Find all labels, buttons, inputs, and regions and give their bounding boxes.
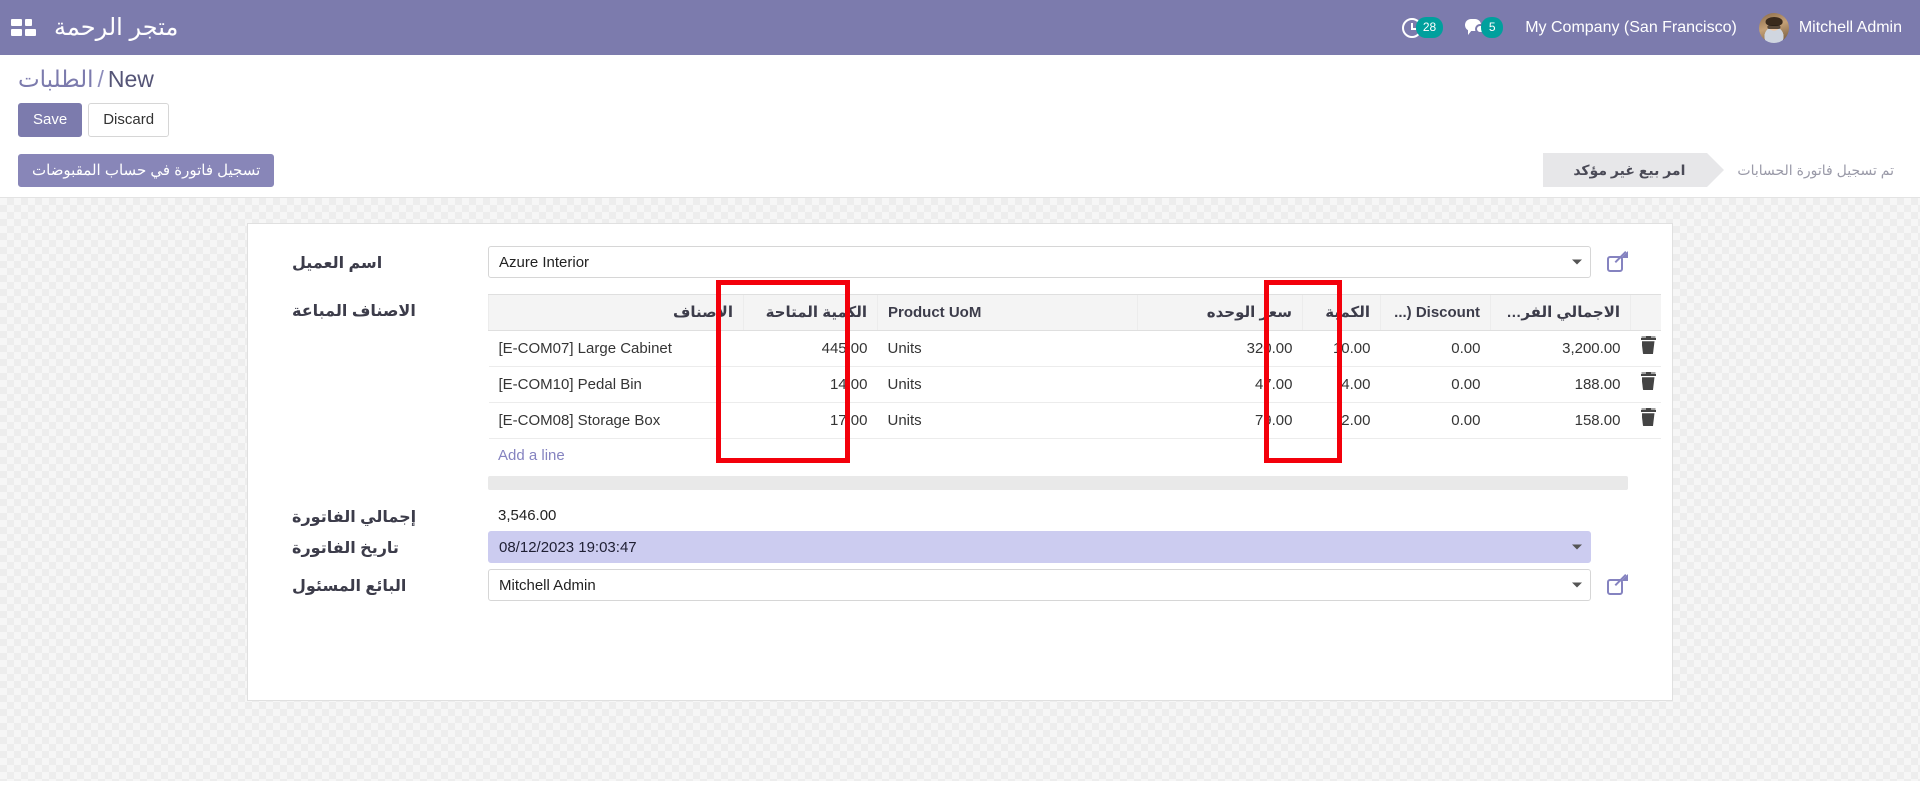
cell-qty-available[interactable]: 445.00 <box>743 330 878 368</box>
invoice-date-input[interactable]: 08/12/2023 19:03:47 <box>488 531 1591 564</box>
customer-internal-link-icon[interactable] <box>1607 251 1628 273</box>
status-stage-unconfirmed[interactable]: امر بيع غير مؤكد <box>1526 153 1725 188</box>
col-header-uom[interactable]: Product UoM <box>877 294 1138 332</box>
col-header-actions <box>1630 294 1661 332</box>
form-sheet: اسم العميل Azure Interior الاصناف المباع… <box>247 223 1673 702</box>
company-switcher[interactable]: My Company (San Francisco) <box>1525 19 1737 37</box>
breadcrumb-current: New <box>107 66 154 92</box>
invoice-total-value: 3,546.00 <box>498 507 557 525</box>
user-menu[interactable]: Mitchell Admin <box>1758 12 1902 43</box>
activities-menu[interactable]: 28 <box>1401 17 1444 38</box>
cell-product[interactable]: [E-COM08] Storage Box <box>488 402 744 440</box>
salesperson-input[interactable]: Mitchell Admin <box>488 569 1591 602</box>
table-header-row: الاصناف الكمية المتاحة Product UoM سعر ا… <box>488 294 1661 332</box>
order-lines-table: الاصناف الكمية المتاحة Product UoM سعر ا… <box>488 294 1661 440</box>
cell-quantity[interactable]: 2.00 <box>1302 402 1381 440</box>
status-pipeline: امر بيع غير مؤكد تم تسجيل فاتورة الحسابا… <box>1526 153 1920 188</box>
chevron-down-icon <box>1572 544 1582 550</box>
status-stage-invoiced[interactable]: تم تسجيل فاتورة الحسابات <box>1707 153 1916 188</box>
cell-delete[interactable] <box>1630 330 1661 368</box>
cell-quantity[interactable]: 10.00 <box>1302 330 1381 368</box>
breadcrumb: الطلبات / New <box>18 65 1902 94</box>
field-row-order-lines: الاصناف المباعة الاصناف الكمية المتاحة P… <box>292 294 1661 491</box>
add-a-line-button[interactable]: Add a line <box>488 439 1628 473</box>
top-navbar: متجر الرحمة 28 5 My Company (San Francis… <box>0 0 1920 55</box>
save-button[interactable]: Save <box>18 102 83 138</box>
cell-qty-available[interactable]: 14.00 <box>743 366 878 404</box>
control-panel: الطلبات / New Save Discard <box>0 55 1920 148</box>
invoice-date-label: تاريخ الفاتورة <box>292 540 399 558</box>
user-avatar <box>1758 12 1789 43</box>
navbar-right-group: 28 5 My Company (San Francisco) Mitchell… <box>1401 12 1902 43</box>
messages-count-badge: 5 <box>1481 17 1504 38</box>
messaging-menu[interactable]: 5 <box>1465 17 1504 38</box>
table-row[interactable]: [E-COM07] Large Cabinet 445.00 Units 320… <box>488 330 1661 368</box>
order-lines-body: [E-COM07] Large Cabinet 445.00 Units 320… <box>488 330 1661 440</box>
chevron-down-icon <box>1572 259 1582 265</box>
col-header-discount[interactable]: Discount (... <box>1380 294 1491 332</box>
col-header-product[interactable]: الاصناف <box>488 294 744 332</box>
col-header-quantity[interactable]: الكمية <box>1302 294 1381 332</box>
content-area: اسم العميل Azure Interior الاصناف المباع… <box>0 198 1920 782</box>
cell-unit-price[interactable]: 320.00 <box>1137 330 1303 368</box>
cell-subtotal[interactable]: 188.00 <box>1490 366 1631 404</box>
field-row-invoice-total: إجمالي الفاتورة 3,546.00 <box>292 500 1628 527</box>
user-name-label: Mitchell Admin <box>1798 18 1902 36</box>
cell-discount[interactable]: 0.00 <box>1380 402 1491 440</box>
cell-delete[interactable] <box>1630 402 1661 440</box>
field-row-invoice-date: تاريخ الفاتورة 08/12/2023 19:03:47 <box>292 531 1628 564</box>
field-row-customer: اسم العميل Azure Interior <box>292 246 1628 279</box>
cell-subtotal[interactable]: 3,200.00 <box>1490 330 1631 368</box>
apps-menu-icon[interactable] <box>10 15 36 41</box>
cell-uom[interactable]: Units <box>877 330 1138 368</box>
col-header-subtotal[interactable]: الاجمالي الفرعي <box>1490 294 1631 332</box>
trash-icon[interactable] <box>1640 336 1656 354</box>
field-row-salesperson: البائع المسئول Mitchell Admin <box>292 569 1628 602</box>
cell-unit-price[interactable]: 47.00 <box>1137 366 1303 404</box>
cell-qty-available[interactable]: 17.00 <box>743 402 878 440</box>
trash-icon[interactable] <box>1640 372 1656 390</box>
discard-button[interactable]: Discard <box>88 102 170 138</box>
cell-unit-price[interactable]: 79.00 <box>1137 402 1303 440</box>
breadcrumb-parent-link[interactable]: الطلبات <box>18 66 93 92</box>
cell-discount[interactable]: 0.00 <box>1380 330 1491 368</box>
cell-delete[interactable] <box>1630 366 1661 404</box>
col-header-unit-price[interactable]: سعر الوحده <box>1137 294 1303 332</box>
breadcrumb-separator: / <box>97 66 104 92</box>
order-lines-list: الاصناف الكمية المتاحة Product UoM سعر ا… <box>488 294 1661 491</box>
chevron-down-icon <box>1572 582 1582 588</box>
trash-icon[interactable] <box>1640 408 1656 426</box>
table-row[interactable]: [E-COM08] Storage Box 17.00 Units 79.00 … <box>488 402 1661 440</box>
activities-count-badge: 28 <box>1415 17 1444 38</box>
order-lines-label: الاصناف المباعة <box>292 303 416 321</box>
cell-quantity[interactable]: 4.00 <box>1302 366 1381 404</box>
salesperson-internal-link-icon[interactable] <box>1607 574 1628 596</box>
salesperson-label: البائع المسئول <box>292 578 407 596</box>
customer-value: Azure Interior <box>499 253 590 271</box>
col-header-qty-available[interactable]: الكمية المتاحة <box>743 294 878 332</box>
customer-input[interactable]: Azure Interior <box>488 246 1591 279</box>
brand-title[interactable]: متجر الرحمة <box>54 13 178 42</box>
table-row[interactable]: [E-COM10] Pedal Bin 14.00 Units 47.00 4.… <box>488 366 1661 404</box>
record-action-buttons: Save Discard <box>18 102 1902 148</box>
cell-product[interactable]: [E-COM10] Pedal Bin <box>488 366 744 404</box>
register-invoice-button[interactable]: تسجيل فاتورة في حساب المقبوضات <box>18 153 275 187</box>
cell-discount[interactable]: 0.00 <box>1380 366 1491 404</box>
cell-uom[interactable]: Units <box>877 366 1138 404</box>
customer-label: اسم العميل <box>292 255 383 273</box>
cell-product[interactable]: [E-COM07] Large Cabinet <box>488 330 744 368</box>
cell-uom[interactable]: Units <box>877 402 1138 440</box>
salesperson-value: Mitchell Admin <box>499 576 596 594</box>
invoice-date-value: 08/12/2023 19:03:47 <box>499 538 637 556</box>
invoice-total-label: إجمالي الفاتورة <box>292 509 417 527</box>
order-lines-horizontal-scrollbar[interactable] <box>488 476 1628 491</box>
statusbar-row: تسجيل فاتورة في حساب المقبوضات امر بيع غ… <box>0 147 1920 199</box>
cell-subtotal[interactable]: 158.00 <box>1490 402 1631 440</box>
